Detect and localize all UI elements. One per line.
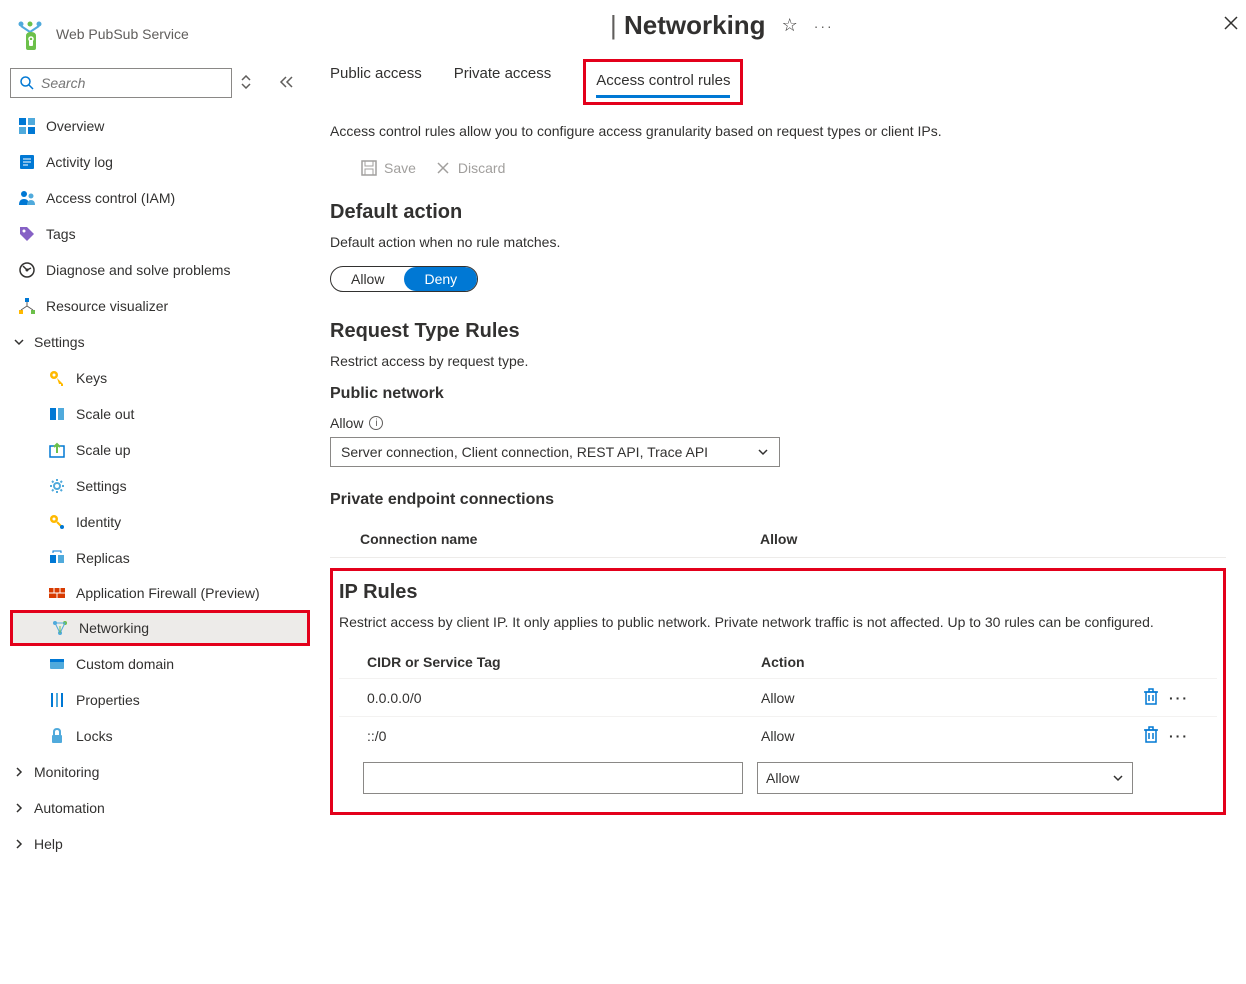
ip-action-value: Allow (761, 728, 1137, 744)
save-icon (360, 159, 378, 177)
more-icon[interactable]: ··· (814, 18, 834, 34)
favorite-star-icon[interactable]: ☆ (782, 15, 798, 36)
chevron-right-icon (12, 801, 26, 815)
discard-icon (434, 159, 452, 177)
discard-button[interactable]: Discard (434, 159, 505, 177)
nav-replicas[interactable]: Replicas (10, 540, 310, 576)
collapse-sidebar-icon[interactable] (278, 75, 294, 92)
private-endpoint-title: Private endpoint connections (330, 491, 1226, 509)
nav-identity[interactable]: Identity (10, 504, 310, 540)
nav-group-monitoring[interactable]: Monitoring (10, 754, 310, 790)
nav-access-control[interactable]: Access control (IAM) (10, 180, 310, 216)
default-action-toggle[interactable]: Allow Deny (330, 266, 478, 292)
nav-settings[interactable]: Settings (10, 468, 310, 504)
chevron-down-icon (1112, 772, 1124, 784)
ip-rules-section: IP Rules Restrict access by client IP. I… (330, 568, 1226, 815)
sidebar: Web PubSub Service Overview Activity log (0, 0, 310, 872)
more-rule-icon[interactable]: ··· (1169, 728, 1189, 744)
visualizer-icon (18, 297, 36, 315)
default-action-title: Default action (330, 201, 1226, 224)
nav-group-automation[interactable]: Automation (10, 790, 310, 826)
nav-menu: Overview Activity log Access control (IA… (10, 108, 310, 862)
new-action-select[interactable]: Allow (757, 762, 1133, 794)
save-button[interactable]: Save (360, 159, 416, 177)
search-icon (19, 75, 35, 91)
nav-keys[interactable]: Keys (10, 360, 310, 396)
info-icon[interactable]: i (369, 416, 383, 430)
nav-activity-log[interactable]: Activity log (10, 144, 310, 180)
scale-out-icon (48, 405, 66, 423)
nav-tags[interactable]: Tags (10, 216, 310, 252)
nav-application-firewall[interactable]: Application Firewall (Preview) (10, 576, 310, 610)
service-icon (14, 18, 46, 50)
close-icon[interactable] (1222, 14, 1240, 35)
diagnose-icon (18, 261, 36, 279)
activity-log-icon (18, 153, 36, 171)
chevron-right-icon (12, 765, 26, 779)
request-rules-title: Request Type Rules (330, 320, 1226, 343)
ip-cidr-value: 0.0.0.0/0 (367, 690, 761, 706)
identity-icon (48, 513, 66, 531)
chevron-down-icon (12, 335, 26, 349)
iam-icon (18, 189, 36, 207)
expand-collapse-toggle[interactable] (240, 75, 252, 92)
ip-rules-title: IP Rules (339, 581, 1217, 604)
tab-access-control-rules[interactable]: Access control rules (596, 66, 730, 98)
gear-icon (48, 477, 66, 495)
search-input[interactable] (41, 75, 223, 91)
public-network-title: Public network (330, 385, 1226, 403)
ip-action-value: Allow (761, 690, 1137, 706)
service-name: Web PubSub Service (56, 26, 189, 42)
default-action-desc: Default action when no rule matches. (330, 234, 1226, 250)
nav-locks[interactable]: Locks (10, 718, 310, 754)
nav-diagnose[interactable]: Diagnose and solve problems (10, 252, 310, 288)
nav-group-settings[interactable]: Settings (10, 324, 310, 360)
properties-icon (48, 691, 66, 709)
ip-new-rule-row: Allow (339, 754, 1217, 802)
tab-public-access[interactable]: Public access (330, 59, 422, 105)
delete-rule-icon[interactable] (1143, 725, 1159, 746)
search-box[interactable] (10, 68, 232, 98)
allow-label: Allow i (330, 415, 1226, 431)
more-rule-icon[interactable]: ··· (1169, 690, 1189, 706)
firewall-icon (48, 584, 66, 602)
nav-overview[interactable]: Overview (10, 108, 310, 144)
new-cidr-input[interactable] (363, 762, 743, 794)
tab-private-access[interactable]: Private access (454, 59, 552, 105)
acr-description: Access control rules allow you to config… (330, 123, 1226, 139)
chevron-down-icon (757, 446, 769, 458)
page-title: | Networking (610, 10, 766, 41)
nav-group-help[interactable]: Help (10, 826, 310, 862)
tab-highlight: Access control rules (583, 59, 743, 105)
tags-icon (18, 225, 36, 243)
replicas-icon (48, 549, 66, 567)
nav-scale-up[interactable]: Scale up (10, 432, 310, 468)
nav-custom-domain[interactable]: Custom domain (10, 646, 310, 682)
ip-cidr-value: ::/0 (367, 728, 761, 744)
custom-domain-icon (48, 655, 66, 673)
overview-icon (18, 117, 36, 135)
keys-icon (48, 369, 66, 387)
toggle-deny[interactable]: Deny (404, 267, 477, 291)
main-content: | Networking ☆ ··· Public access Private… (310, 0, 1246, 872)
service-header: Web PubSub Service (10, 10, 310, 68)
locks-icon (48, 727, 66, 745)
nav-resource-visualizer[interactable]: Resource visualizer (10, 288, 310, 324)
ip-rule-row: 0.0.0.0/0 Allow ··· (339, 678, 1217, 716)
ip-rule-row: ::/0 Allow ··· (339, 716, 1217, 754)
ip-rules-header: CIDR or Service Tag Action (339, 646, 1217, 678)
scale-up-icon (48, 441, 66, 459)
ip-rules-desc: Restrict access by client IP. It only ap… (339, 614, 1217, 630)
toggle-allow[interactable]: Allow (331, 267, 404, 291)
delete-rule-icon[interactable] (1143, 687, 1159, 708)
chevron-right-icon (12, 837, 26, 851)
tabs: Public access Private access Access cont… (330, 59, 1226, 105)
pe-table-header: Connection name Allow (330, 521, 1226, 558)
allow-connections-dropdown[interactable]: Server connection, Client connection, RE… (330, 437, 780, 467)
networking-icon (51, 619, 69, 637)
nav-scale-out[interactable]: Scale out (10, 396, 310, 432)
nav-properties[interactable]: Properties (10, 682, 310, 718)
request-rules-desc: Restrict access by request type. (330, 353, 1226, 369)
nav-networking[interactable]: Networking (10, 610, 310, 646)
